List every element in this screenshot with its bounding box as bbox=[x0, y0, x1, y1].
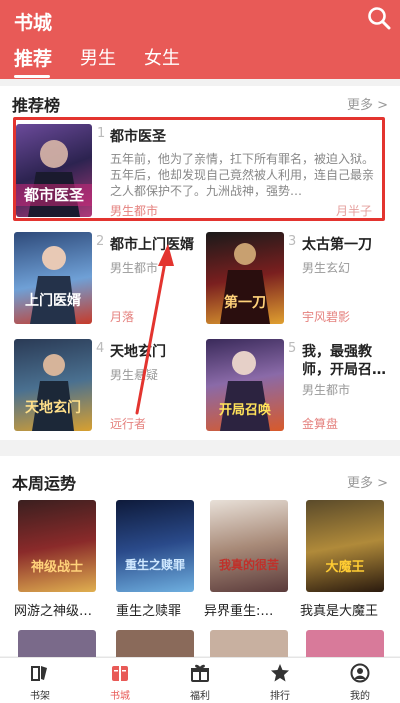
ranking-icon bbox=[271, 664, 289, 682]
weekly-book[interactable]: 神级战士 网游之神级… bbox=[14, 500, 100, 620]
book-cover bbox=[306, 630, 384, 657]
nav-item-bookstore[interactable]: 书城 bbox=[90, 658, 150, 703]
nav-item-welfare[interactable]: 福利 bbox=[170, 658, 230, 703]
book-cover: 重生之赎罪 bbox=[116, 500, 194, 592]
more-link-weekly[interactable]: 更多 > bbox=[347, 472, 388, 491]
nav-item-ranking[interactable]: 排行 bbox=[250, 658, 310, 703]
book-title: 重生之赎罪 bbox=[116, 604, 182, 619]
nav-label: 我的 bbox=[350, 691, 370, 702]
book-title: 我真是大魔王 bbox=[300, 604, 379, 619]
cover-text: 重生之赎罪 bbox=[124, 558, 185, 572]
cover-text: 神级战士 bbox=[30, 560, 83, 575]
nav-item-bookshelf[interactable]: 书架 bbox=[10, 658, 70, 703]
book-cover bbox=[116, 630, 194, 657]
gift-icon bbox=[191, 664, 209, 682]
cover-text: 我真的很苦 bbox=[218, 558, 279, 572]
profile-icon bbox=[350, 663, 370, 683]
nav-label: 福利 bbox=[190, 691, 210, 702]
book-title: 异界重生:… bbox=[204, 604, 274, 619]
weekly-book[interactable]: 我真的很苦 异界重生:… bbox=[204, 500, 292, 620]
bookshelf-icon bbox=[31, 666, 47, 681]
cover-text: 大魔王 bbox=[325, 560, 365, 575]
nav-label: 排行 bbox=[270, 691, 290, 702]
book-cover: 大魔王 bbox=[306, 500, 384, 592]
nav-label: 书城 bbox=[110, 691, 130, 702]
bottom-nav: 书架 书城 福利 排行 我的 bbox=[0, 657, 400, 703]
book-cover bbox=[18, 630, 96, 657]
book-cover: 我真的很苦 bbox=[210, 500, 288, 592]
weekly-book[interactable]: 大魔王 我真是大魔王 bbox=[300, 500, 392, 620]
section-title-weekly: 本周运势 bbox=[12, 474, 77, 493]
bookstore-icon bbox=[112, 666, 128, 681]
nav-label: 书架 bbox=[30, 691, 50, 702]
nav-item-profile[interactable]: 我的 bbox=[330, 658, 390, 703]
book-cover: 神级战士 bbox=[18, 500, 96, 592]
weekly-book[interactable]: 重生之赎罪 重生之赎罪 bbox=[112, 500, 198, 620]
book-title: 网游之神级… bbox=[14, 604, 93, 619]
book-cover bbox=[210, 630, 288, 657]
